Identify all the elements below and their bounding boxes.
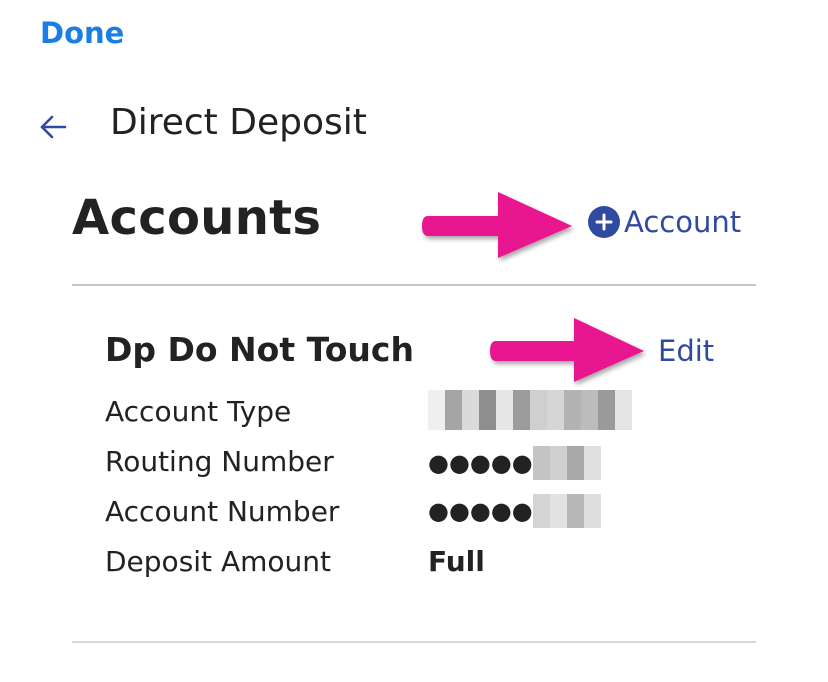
edit-account-button[interactable]: Edit xyxy=(658,334,714,368)
account-type-label: Account Type xyxy=(105,395,292,428)
masked-digits: ●●●●● xyxy=(428,497,533,525)
redacted-value xyxy=(532,494,601,528)
account-type-value xyxy=(428,390,632,430)
masked-digits: ●●●●● xyxy=(428,449,533,477)
add-account-button[interactable]: Account xyxy=(588,205,741,239)
redacted-value xyxy=(532,446,601,480)
account-name: Dp Do Not Touch xyxy=(105,330,414,369)
account-number-label: Account Number xyxy=(105,495,340,528)
deposit-amount-label: Deposit Amount xyxy=(105,545,331,578)
routing-number-value: ●●●●● xyxy=(428,446,601,480)
divider xyxy=(72,284,756,286)
account-number-value: ●●●●● xyxy=(428,494,601,528)
redacted-value xyxy=(428,390,632,430)
divider xyxy=(72,641,756,643)
arrow-left-icon[interactable] xyxy=(38,114,68,140)
done-button[interactable]: Done xyxy=(40,16,124,50)
page-title: Direct Deposit xyxy=(110,102,367,143)
annotation-arrow-icon xyxy=(490,318,644,382)
annotation-arrow-icon xyxy=(422,192,572,258)
plus-circle-icon xyxy=(588,206,620,238)
routing-number-label: Routing Number xyxy=(105,445,334,478)
section-title: Accounts xyxy=(72,190,322,246)
add-account-label: Account xyxy=(624,205,742,239)
deposit-amount-value: Full xyxy=(428,545,485,578)
